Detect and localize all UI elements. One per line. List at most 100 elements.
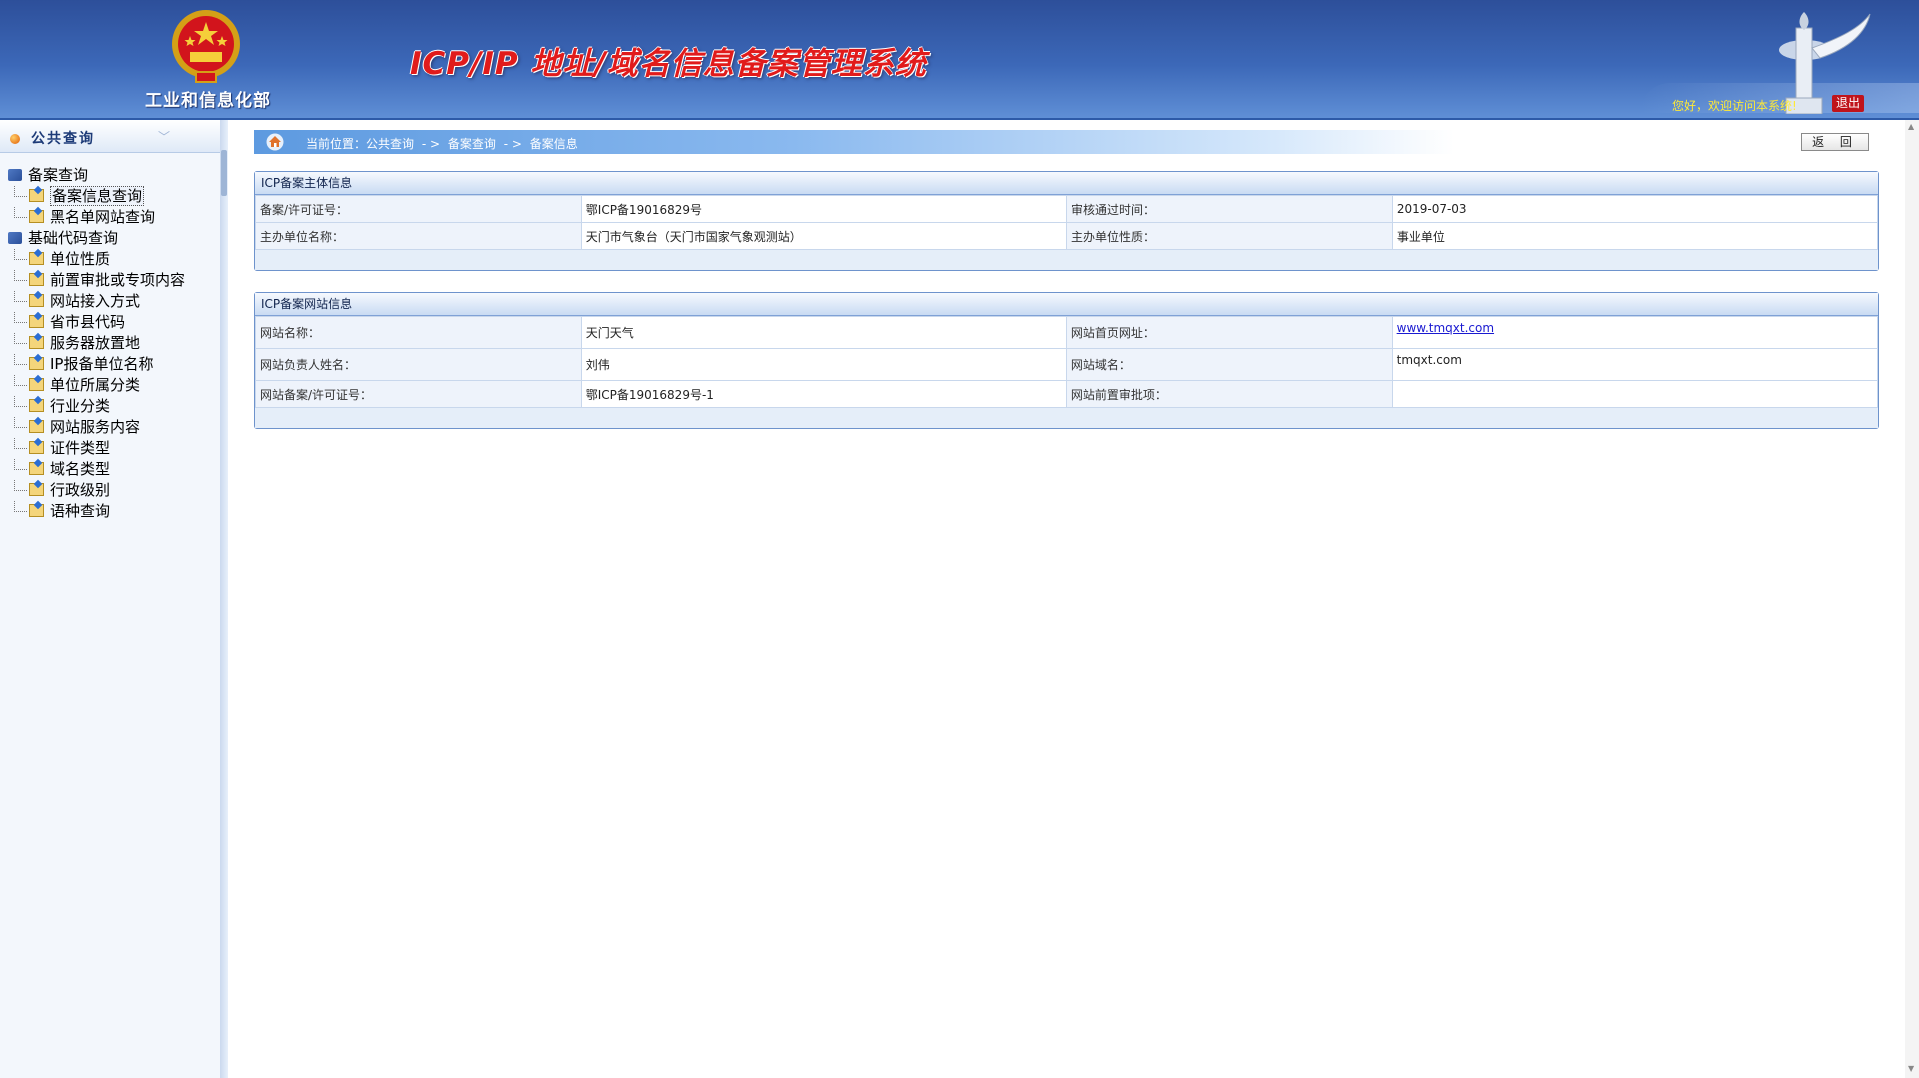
folder-icon	[29, 441, 44, 454]
folder-icon	[29, 252, 44, 265]
tree-item-unit-nature[interactable]: 单位性质	[14, 248, 110, 269]
breadcrumb-separator: - >	[421, 137, 441, 151]
value-cell: 天门天气	[580, 316, 1067, 349]
breadcrumb-prefix: 当前位置：	[306, 137, 367, 151]
label-cell: 审核通过时间：	[1066, 195, 1393, 223]
label-cell: 备案/许可证号：	[255, 195, 582, 223]
value-cell: 2019-07-03	[1391, 195, 1879, 223]
panel-footer	[255, 250, 1878, 270]
tree-item-language[interactable]: 语种查询	[14, 500, 110, 521]
label-cell: 主办单位名称：	[255, 222, 582, 250]
table-row: 主办单位名称： 天门市气象台（天门市国家气象观测站） 主办单位性质： 事业单位	[255, 222, 1879, 250]
label-cell: 网站前置审批项：	[1065, 380, 1393, 408]
scroll-up-icon[interactable]: ▲	[1908, 122, 1914, 131]
scroll-down-icon[interactable]: ▼	[1908, 1064, 1914, 1073]
sidebar-title: 公共查询	[31, 131, 95, 147]
value-cell: 天门市气象台（天门市国家气象观测站）	[580, 222, 1068, 250]
tree-item-blacklist-query[interactable]: 黑名单网站查询	[14, 206, 155, 227]
tree-item-domain-type[interactable]: 域名类型	[14, 458, 110, 479]
folder-icon	[29, 210, 44, 223]
label-cell: 网站首页网址：	[1065, 316, 1393, 349]
tree-item-access-method[interactable]: 网站接入方式	[14, 290, 140, 311]
folder-icon	[29, 189, 44, 202]
tree-item-label: 行业分类	[50, 397, 111, 415]
value-cell: 事业单位	[1391, 222, 1879, 250]
panel-title: ICP备案网站信息	[255, 293, 1878, 316]
tree-group-label: 备案查询	[28, 166, 89, 184]
folder-icon	[29, 336, 44, 349]
national-emblem-icon	[172, 10, 240, 83]
chevron-down-icon[interactable]: ﹀	[158, 128, 170, 145]
breadcrumb-bar: 当前位置：公共查询 - > 备案查询 - > 备案信息	[254, 130, 1454, 154]
tree-group-filing-query[interactable]: 备案查询	[8, 164, 88, 185]
tree-item-label: 备案信息查询	[50, 186, 145, 206]
folder-icon	[29, 273, 44, 286]
breadcrumb: 当前位置：公共查询 - > 备案查询 - > 备案信息	[306, 135, 582, 152]
label-cell: 网站备案/许可证号：	[255, 380, 582, 408]
tree-item-service-content[interactable]: 网站服务内容	[14, 416, 140, 437]
folder-icon	[29, 357, 44, 370]
group-icon	[8, 232, 22, 244]
tree-item-label: IP报备单位名称	[50, 355, 154, 373]
ministry-name: 工业和信息化部	[145, 91, 271, 111]
tree-item-ip-unit-name[interactable]: IP报备单位名称	[14, 353, 153, 374]
header-banner: 工业和信息化部 ICP/IP 地址/域名信息备案管理系统 您好，欢迎访问本系统!…	[0, 0, 1919, 120]
value-cell: 鄂ICP备19016829号	[580, 195, 1068, 223]
folder-icon	[29, 420, 44, 433]
breadcrumb-separator: - >	[503, 137, 522, 151]
value-cell: 鄂ICP备19016829号-1	[580, 380, 1067, 408]
value-cell: www.tmqxt.com	[1391, 316, 1879, 349]
vertical-scrollbar[interactable]: ▲ ▼	[1905, 120, 1919, 1078]
value-cell: 刘伟	[580, 348, 1067, 381]
tree-item-label: 单位性质	[50, 250, 111, 268]
entity-info-table: 备案/许可证号： 鄂ICP备19016829号 审核通过时间： 2019-07-…	[255, 195, 1879, 250]
tree-item-pre-approval[interactable]: 前置审批或专项内容	[14, 269, 185, 290]
tree-item-label: 服务器放置地	[50, 334, 141, 352]
label-cell: 网站名称：	[255, 316, 582, 349]
tree-item-label: 行政级别	[50, 481, 111, 499]
tree-item-label: 证件类型	[50, 439, 111, 457]
folder-icon	[29, 378, 44, 391]
table-row: 网站备案/许可证号： 鄂ICP备19016829号-1 网站前置审批项：	[255, 380, 1879, 408]
panel-title: ICP备案主体信息	[255, 172, 1878, 195]
tree-item-region-code[interactable]: 省市县代码	[14, 311, 125, 332]
tree-group-basic-code-query[interactable]: 基础代码查询	[8, 227, 118, 248]
tree-item-label: 省市县代码	[50, 313, 126, 331]
tree-item-server-location[interactable]: 服务器放置地	[14, 332, 140, 353]
tree-item-id-type[interactable]: 证件类型	[14, 437, 110, 458]
group-icon	[8, 169, 22, 181]
folder-icon	[29, 399, 44, 412]
back-button[interactable]: 返 回	[1801, 133, 1869, 151]
tree-item-filing-info-query[interactable]: 备案信息查询	[14, 185, 145, 206]
sidebar: 公共查询 ﹀ 备案查询 备案信息查询 黑名单网站查询 基础代码查询 单位性质 前…	[0, 120, 221, 1078]
folder-icon	[29, 294, 44, 307]
tree-item-unit-category[interactable]: 单位所属分类	[14, 374, 140, 395]
tree-item-label: 单位所属分类	[50, 376, 141, 394]
bullet-icon	[10, 134, 20, 144]
breadcrumb-item[interactable]: 公共查询	[366, 137, 414, 151]
tree-group-label: 基础代码查询	[28, 229, 119, 247]
system-title: ICP/IP 地址/域名信息备案管理系统	[410, 46, 927, 82]
folder-icon	[29, 462, 44, 475]
folder-icon	[29, 504, 44, 517]
tree-item-admin-level[interactable]: 行政级别	[14, 479, 110, 500]
label-cell: 网站域名：	[1065, 348, 1393, 381]
table-row: 网站名称： 天门天气 网站首页网址： www.tmqxt.com	[255, 316, 1879, 349]
entity-info-panel: ICP备案主体信息 备案/许可证号： 鄂ICP备19016829号 审核通过时间…	[254, 171, 1879, 271]
tree-item-label: 域名类型	[50, 460, 111, 478]
breadcrumb-item: 备案信息	[529, 137, 578, 151]
breadcrumb-item[interactable]: 备案查询	[448, 137, 496, 151]
website-info-panel: ICP备案网站信息 网站名称： 天门天气 网站首页网址： www.tmqxt.c…	[254, 292, 1879, 429]
folder-icon	[29, 483, 44, 496]
table-row: 网站负责人姓名： 刘伟 网站域名： tmqxt.com	[255, 348, 1879, 381]
folder-icon	[29, 315, 44, 328]
homepage-link[interactable]: www.tmqxt.com	[1397, 321, 1494, 335]
tree-item-industry[interactable]: 行业分类	[14, 395, 110, 416]
logout-button[interactable]: 退出	[1832, 95, 1864, 112]
welcome-message: 您好，欢迎访问本系统!	[1672, 99, 1797, 113]
collapse-handle[interactable]	[221, 150, 227, 196]
home-icon[interactable]	[266, 133, 284, 151]
sidebar-header: 公共查询 ﹀	[0, 120, 220, 153]
value-cell	[1391, 380, 1879, 408]
sidebar-splitter[interactable]	[220, 120, 228, 1078]
